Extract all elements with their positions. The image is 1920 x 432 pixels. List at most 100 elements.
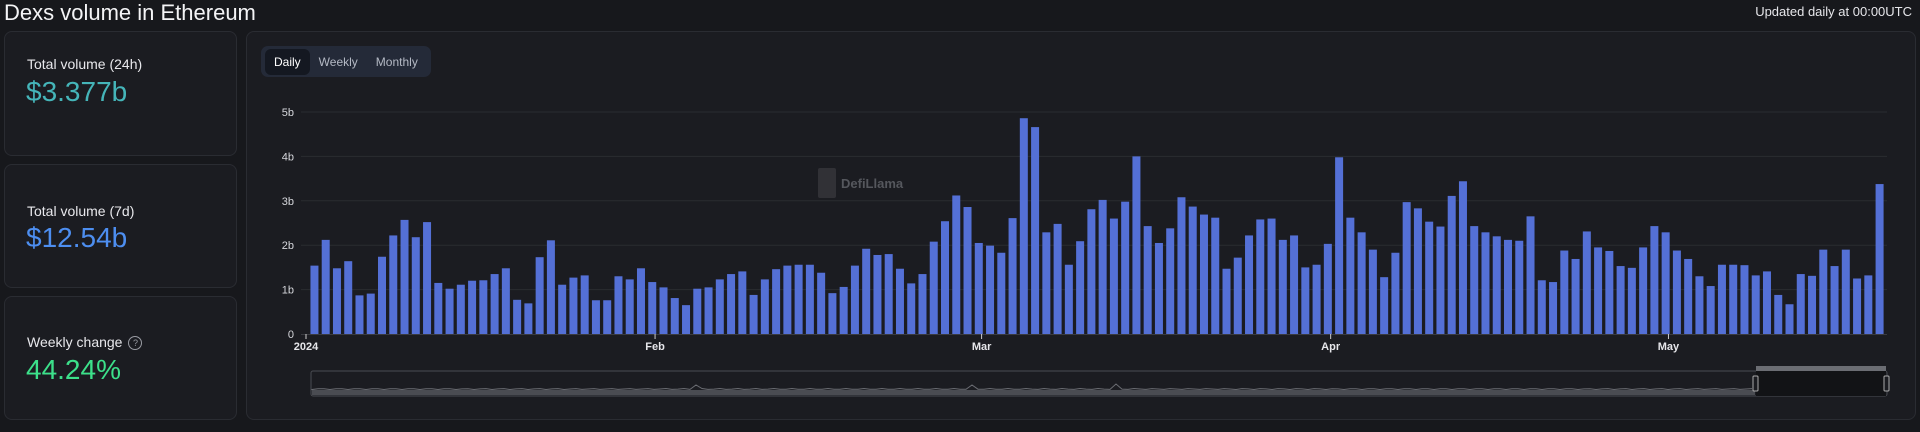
bar: [1605, 250, 1614, 334]
bar: [1143, 226, 1152, 334]
bar: [760, 279, 769, 334]
bar: [1301, 267, 1310, 334]
bar: [411, 237, 420, 334]
brush-drag-bar[interactable]: [1756, 366, 1886, 371]
bar: [1290, 235, 1299, 334]
bar: [862, 248, 871, 334]
bar: [1458, 181, 1467, 334]
bar: [1154, 242, 1163, 334]
bar: [1650, 226, 1659, 334]
bar: [704, 287, 713, 334]
bar: [1582, 231, 1591, 334]
bar: [580, 275, 589, 334]
bar: [1335, 157, 1344, 334]
y-tick-label: 2b: [282, 240, 294, 252]
bar: [929, 241, 938, 334]
bar: [941, 221, 950, 334]
tab-weekly[interactable]: Weekly: [310, 49, 367, 75]
bar: [535, 257, 544, 334]
bar: [614, 276, 623, 334]
bar: [1661, 232, 1670, 334]
bar: [952, 195, 961, 334]
x-tick-label: Apr: [1321, 341, 1341, 353]
bar: [591, 300, 600, 334]
bar: [1762, 271, 1771, 334]
bar: [1695, 276, 1704, 334]
bar: [1594, 247, 1603, 334]
bar: [490, 274, 499, 334]
bar: [1132, 156, 1141, 334]
stat-label: Total volume (7d): [27, 203, 135, 219]
bar: [1357, 232, 1366, 334]
bar: [355, 295, 364, 334]
bar: [1447, 195, 1456, 334]
bar: [1549, 282, 1558, 334]
bar: [1526, 216, 1535, 334]
bar: [332, 268, 341, 334]
bar: [659, 287, 668, 334]
bar-chart: 0 1b 2b 3b 4b 5b DefiLlama 2024 Feb Mar Apr May: [282, 107, 1890, 397]
brush-handle-right[interactable]: [1883, 375, 1890, 392]
bar: [963, 207, 972, 334]
bar: [1425, 221, 1434, 334]
bar: [805, 264, 814, 334]
bar: [1368, 249, 1377, 334]
bar: [907, 283, 916, 334]
bar: [1853, 278, 1862, 334]
bar: [1087, 209, 1096, 334]
defillama-logo-icon: [818, 168, 836, 198]
brush-handle-left[interactable]: [1752, 375, 1759, 392]
bar: [310, 265, 319, 334]
update-note: Updated daily at 00:00UTC: [1755, 4, 1912, 19]
bar: [1391, 252, 1400, 334]
bar: [546, 240, 555, 334]
bar: [321, 239, 330, 334]
bar: [1312, 264, 1321, 334]
bar: [366, 293, 375, 334]
bar: [749, 294, 758, 334]
bar: [1639, 247, 1648, 334]
tab-daily[interactable]: Daily: [265, 48, 310, 75]
bar: [603, 300, 612, 334]
bar: [715, 279, 724, 334]
bar: [501, 268, 510, 334]
bar: [648, 282, 657, 334]
bar: [524, 303, 533, 334]
bar: [1627, 267, 1636, 334]
bar: [1537, 280, 1546, 334]
bar: [986, 245, 995, 334]
bar: [468, 280, 477, 334]
bar: [1808, 275, 1817, 334]
bar: [625, 279, 634, 334]
bar: [1560, 250, 1569, 334]
bar: [1008, 218, 1017, 334]
bar: [1504, 239, 1513, 334]
bar: [400, 219, 409, 334]
x-tick-label: Mar: [972, 341, 992, 353]
bar: [1740, 265, 1749, 334]
stat-label: Total volume (24h): [27, 56, 143, 72]
bar: [1166, 228, 1175, 334]
question-circle-icon[interactable]: ?: [128, 336, 143, 350]
tab-monthly[interactable]: Monthly: [367, 49, 427, 75]
bar: [682, 305, 691, 334]
bar: [817, 272, 826, 334]
bar: [670, 298, 679, 334]
bar: [1211, 217, 1220, 334]
bar: [513, 299, 522, 334]
bar: [1672, 250, 1681, 334]
bar: [1785, 304, 1794, 334]
bar: [1830, 266, 1839, 334]
bar: [1121, 201, 1130, 334]
bar: [850, 265, 859, 334]
bar: [1470, 226, 1479, 334]
bar: [794, 264, 803, 334]
bar: [1481, 232, 1490, 334]
stat-label-wrap: Weekly change?: [27, 334, 143, 350]
bar: [378, 256, 387, 334]
bar: [434, 282, 443, 334]
stat-card-7d: Total volume (7d) $12.54b: [4, 164, 237, 288]
bar: [1751, 275, 1760, 334]
y-tick-label: 0: [288, 329, 294, 341]
bar: [873, 254, 882, 334]
